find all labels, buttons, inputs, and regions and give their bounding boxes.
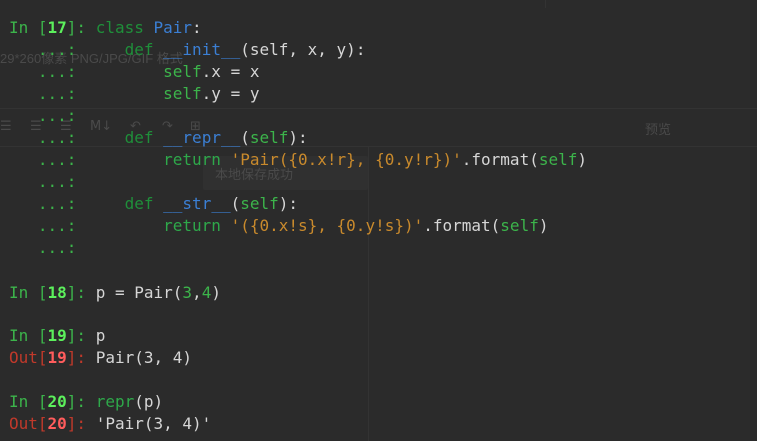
keyword: def [124, 194, 154, 213]
ipython-console[interactable]: In [17]: class Pair: ...: def __init__(s… [0, 0, 757, 441]
cell-17-line-5: ...: [9, 105, 77, 127]
number-literal: 3 [182, 283, 193, 302]
code-text: (self, x, y): [240, 40, 366, 59]
code-text: .y = y [201, 84, 260, 103]
cell-17-line-8: ...: [9, 171, 77, 193]
cell-19-input: In [19]: p [9, 325, 105, 347]
self-token: self [163, 84, 202, 103]
in-prompt-number: 19 [47, 326, 67, 345]
keyword: return [163, 150, 221, 169]
function-name: __init__ [163, 40, 241, 59]
in-prompt-number: 18 [47, 283, 67, 302]
code-text: ) [577, 150, 587, 169]
cell-17-line-9: ...: def __str__(self): [9, 193, 298, 215]
keyword: def [124, 40, 154, 59]
continuation-prompt: ...: [37, 84, 77, 103]
cell-17-line-1: In [17]: class Pair: [9, 17, 202, 39]
in-prompt-label: In [ [9, 283, 48, 302]
keyword: class [95, 18, 144, 37]
cell-20-output: Out[20]: 'Pair(3, 4)' [9, 413, 211, 435]
continuation-prompt: ...: [37, 172, 77, 191]
self-token: self [500, 216, 539, 235]
self-token: self [538, 150, 578, 169]
code-text: .x = x [201, 62, 260, 81]
in-prompt-close: ]: [66, 18, 87, 37]
in-prompt-number: 17 [47, 18, 67, 37]
in-prompt-label: In [ [9, 18, 48, 37]
self-token: self [163, 62, 202, 81]
code-text: ( [230, 194, 241, 213]
number-literal: 4 [201, 283, 212, 302]
cell-17-line-2: ...: def __init__(self, x, y): [9, 39, 366, 61]
cell-17-line-4: ...: self.y = y [9, 83, 260, 105]
out-prompt-number: 19 [47, 348, 67, 367]
cell-19-output: Out[19]: Pair(3, 4) [9, 347, 192, 369]
in-prompt-label: In [ [9, 326, 48, 345]
code-text: p [95, 326, 106, 345]
cell-18-input: In [18]: p = Pair(3,4) [9, 282, 221, 304]
in-prompt-label: In [ [9, 392, 48, 411]
code-text: : [192, 18, 202, 37]
continuation-prompt: ...: [37, 238, 77, 257]
code-text: ): [288, 128, 308, 147]
function-name: __repr__ [163, 128, 241, 147]
continuation-prompt: ...: [37, 40, 77, 59]
code-text: .format( [461, 150, 539, 169]
in-prompt-close: ]: [66, 326, 87, 345]
self-token: self [249, 128, 289, 147]
cell-20-input: In [20]: repr(p) [9, 391, 163, 413]
cell-17-line-10: ...: return '({0.x!s}, {0.y!s})'.format(… [9, 215, 549, 237]
cell-17-line-7: ...: return 'Pair({0.x!r}, {0.y!r})'.for… [9, 149, 587, 171]
output-text: 'Pair(3, 4)' [95, 414, 212, 433]
out-prompt-close: ]: [66, 348, 87, 367]
in-prompt-close: ]: [66, 283, 87, 302]
out-prompt-number: 20 [47, 414, 67, 433]
string-literal: 'Pair({0.x!r}, {0.y!r})' [230, 150, 462, 169]
builtin-function: repr [95, 392, 135, 411]
continuation-prompt: ...: [37, 128, 77, 147]
continuation-prompt: ...: [37, 62, 77, 81]
code-text: , [192, 283, 202, 302]
continuation-prompt: ...: [37, 150, 77, 169]
in-prompt-close: ]: [66, 392, 87, 411]
out-prompt-label: Out[ [9, 348, 48, 367]
cell-17-line-11: ...: [9, 237, 77, 259]
output-text: Pair(3, 4) [95, 348, 193, 367]
cell-17-line-6: ...: def __repr__(self): [9, 127, 308, 149]
code-text: p = Pair( [95, 283, 183, 302]
keyword: def [124, 128, 154, 147]
code-text: ) [538, 216, 549, 235]
out-prompt-label: Out[ [9, 414, 48, 433]
code-text: (p) [134, 392, 164, 411]
code-text: ): [278, 194, 299, 213]
function-name: __str__ [163, 194, 231, 213]
continuation-prompt: ...: [37, 216, 77, 235]
code-text: ( [240, 128, 250, 147]
class-name: Pair [153, 18, 193, 37]
code-text: ) [211, 283, 221, 302]
continuation-prompt: ...: [37, 194, 77, 213]
string-literal: '({0.x!s}, {0.y!s})' [230, 216, 424, 235]
continuation-prompt: ...: [37, 106, 77, 125]
self-token: self [240, 194, 279, 213]
code-text: .format( [423, 216, 501, 235]
out-prompt-close: ]: [66, 414, 87, 433]
in-prompt-number: 20 [47, 392, 67, 411]
keyword: return [163, 216, 221, 235]
cell-17-line-3: ...: self.x = x [9, 61, 260, 83]
